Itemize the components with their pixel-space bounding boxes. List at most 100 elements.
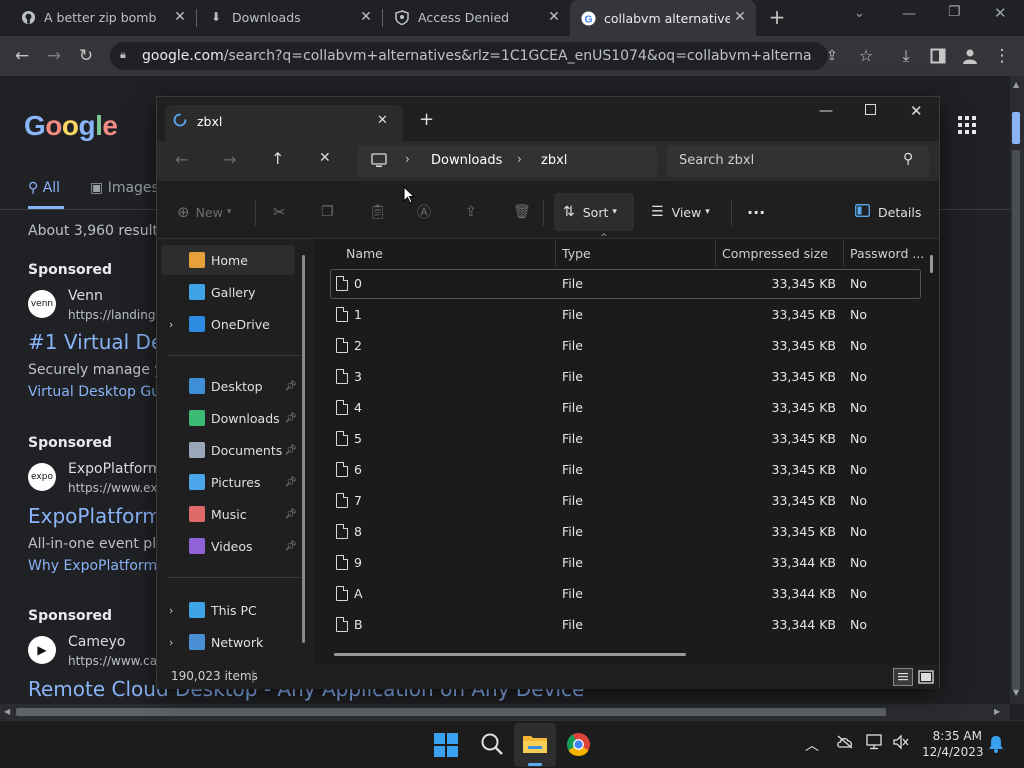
column-header-type[interactable]: Type [562,239,591,269]
scroll-right-icon[interactable]: ▶ [994,707,1000,716]
ad-sitelink[interactable]: Why ExpoPlatform? [28,558,165,574]
forward-icon[interactable]: → [223,150,236,169]
more-options-icon[interactable]: ··· [747,185,765,239]
url-text[interactable]: google.com/search?q=collabvm+alternative… [142,42,812,70]
sort-button[interactable]: ⇅ Sort ▾ [563,185,617,239]
file-row[interactable]: 1 File 33,345 KB No [330,300,921,330]
tiles-view-toggle[interactable] [917,668,935,686]
google-logo[interactable]: Google [24,110,118,142]
close-icon[interactable]: ✕ [377,113,388,128]
notification-bell-icon[interactable] [988,735,1004,757]
restore-icon[interactable]: ❐ [948,4,961,20]
bookmark-star-icon[interactable]: ☆ [852,42,880,70]
reload-icon[interactable]: ↻ [72,42,100,70]
column-header-compressed-size[interactable]: Compressed size [722,239,828,269]
file-row[interactable]: 5 File 33,345 KB No [330,424,921,454]
tab-access-denied[interactable]: Access Denied ✕ [384,0,570,34]
nav-item-documents[interactable]: Documents 📌︎ [161,435,297,465]
list-scrollbar-thumb[interactable] [930,255,933,273]
details-view-toggle[interactable] [893,668,913,686]
new-tab-button[interactable]: + [766,6,788,28]
address-bar[interactable]: 🔒︎ google.com/search?q=collabvm+alternat… [110,42,828,70]
file-row[interactable]: 3 File 33,345 KB No [330,362,921,392]
onedrive-off-icon[interactable] [836,735,854,753]
close-icon[interactable]: ✕ [732,9,748,25]
nav-item-this-pc[interactable]: › This PC [161,595,295,625]
nav-item-network[interactable]: › Network [161,627,295,657]
clock-time[interactable]: 8:35 AM [922,729,982,743]
chevron-right-icon[interactable]: › [169,636,173,649]
chrome-icon[interactable] [566,732,591,761]
nav-item-pictures[interactable]: Pictures 📌︎ [161,467,297,497]
paste-icon[interactable]: 📋︎ [369,185,387,239]
column-header-name[interactable]: Name [346,239,383,269]
add-tab-icon[interactable]: + [419,109,434,130]
copy-icon[interactable]: ❐ [321,185,334,239]
file-row[interactable]: 7 File 33,345 KB No [330,486,921,516]
google-tab-images[interactable]: ▣ Images [90,180,159,196]
volume-muted-icon[interactable] [892,734,910,754]
close-icon[interactable]: ✕ [172,9,188,25]
column-header-password[interactable]: Password ... [850,239,924,269]
breadcrumb-downloads[interactable]: Downloads [431,153,502,168]
details-button[interactable]: Details [855,185,921,239]
share-icon[interactable]: ⇪ [465,185,477,239]
tab-collabvm-alternatives[interactable]: G collabvm alternatives - ✕ [570,0,756,36]
nav-item-videos[interactable]: Videos 📌︎ [161,531,297,561]
menu-kebab-icon[interactable]: ⋮ [988,42,1016,70]
nav-item-home[interactable]: Home [161,245,295,275]
file-row[interactable]: 2 File 33,345 KB No [330,331,921,361]
windows-start-icon[interactable] [434,733,458,761]
network-icon[interactable] [866,734,884,754]
scrollbar-track[interactable] [1012,150,1020,690]
file-row[interactable]: 8 File 33,345 KB No [330,517,921,547]
nav-item-onedrive[interactable]: › OneDrive [161,309,295,339]
profile-icon[interactable] [956,42,984,70]
tab-downloads[interactable]: ⬇ Downloads ✕ [198,0,382,34]
up-icon[interactable]: ↑ [271,149,284,168]
breadcrumb[interactable]: › Downloads › zbxl [357,145,657,177]
minimize-icon[interactable]: — [902,6,916,22]
close-window-icon[interactable]: ✕ [994,4,1007,22]
file-row[interactable]: 0 File 33,345 KB No [330,269,921,299]
cut-icon[interactable]: ✂ [273,185,286,239]
column-separator[interactable] [555,241,556,267]
explorer-tab-zbxl[interactable]: zbxl ✕ [165,105,403,141]
ad-sitelink[interactable]: Virtual Desktop Guid [28,384,173,400]
google-tab-all[interactable]: ⚲ All [28,180,60,196]
tab-zip-bomb[interactable]: A better zip bomb ✕ [8,0,196,34]
horizontal-scrollbar[interactable]: ◀ ▶ [0,704,1010,720]
view-button[interactable]: ☰ View ▾ [651,185,710,239]
file-row[interactable]: 6 File 33,345 KB No [330,455,921,485]
column-separator[interactable] [715,241,716,267]
maximize-icon[interactable] [865,104,876,119]
column-separator[interactable] [843,241,844,267]
search-icon[interactable] [480,732,504,760]
file-row[interactable]: A File 33,344 KB No [330,579,921,609]
search-input[interactable]: Search zbxl ⚲ [667,145,929,177]
rename-icon[interactable]: Ⓐ [417,185,431,239]
download-icon[interactable]: ⤓ [892,42,920,70]
close-icon[interactable]: ✕ [358,9,374,25]
forward-icon[interactable]: → [40,42,68,70]
close-icon[interactable]: ✕ [546,9,562,25]
file-explorer-taskbar-button[interactable] [514,723,556,767]
back-icon[interactable]: ← [175,150,188,169]
ad-url[interactable]: https://www.cam [68,654,169,668]
file-row[interactable]: B File 33,344 KB No [330,610,921,640]
scrollbar-thumb[interactable] [16,708,886,716]
delete-icon[interactable]: 🗑︎ [513,185,531,239]
nav-scrollbar[interactable] [302,255,305,643]
breadcrumb-zbxl[interactable]: zbxl [541,153,567,168]
close-window-icon[interactable]: ✕ [910,102,923,120]
file-row[interactable]: 9 File 33,344 KB No [330,548,921,578]
scroll-down-icon[interactable]: ▼ [1013,688,1019,697]
nav-item-desktop[interactable]: Desktop 📌︎ [161,371,297,401]
chevron-up-icon[interactable]: ︿ [805,735,819,755]
file-row[interactable]: 4 File 33,345 KB No [330,393,921,423]
apps-grid-icon[interactable] [958,116,976,139]
side-panel-icon[interactable] [924,42,952,70]
scrollbar-thumb[interactable] [1012,112,1020,144]
nav-item-gallery[interactable]: Gallery [161,277,295,307]
tab-search-icon[interactable]: ⌄ [854,6,865,21]
